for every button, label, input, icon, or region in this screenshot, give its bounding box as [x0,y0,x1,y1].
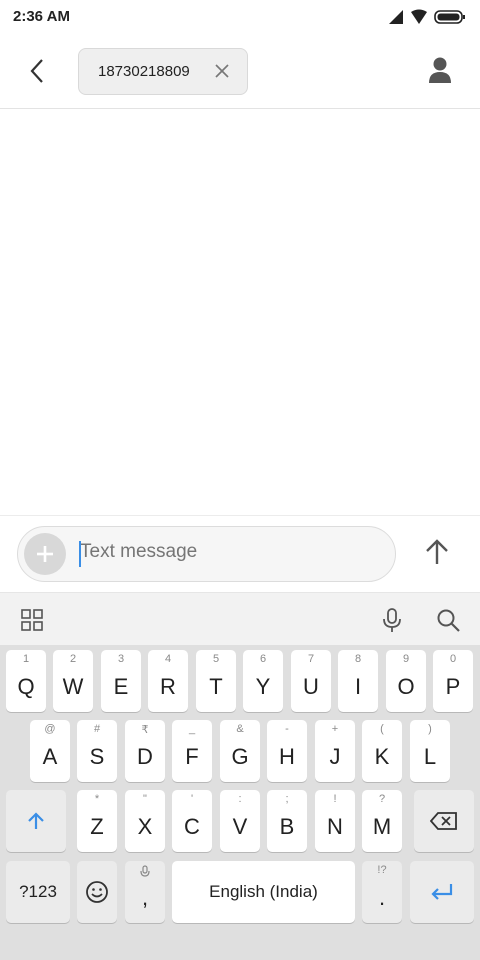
symbols-key[interactable]: ?123 [6,861,70,923]
status-bar: 2:36 AM [0,0,480,34]
key-p[interactable]: 0P [433,650,473,712]
message-list[interactable] [0,109,480,515]
microphone-icon[interactable] [379,607,405,633]
composer-bar [0,515,480,592]
key-n[interactable]: ! N [315,790,355,852]
key-j[interactable]: + J [315,720,355,782]
back-arrow-icon [30,59,43,83]
key-m[interactable]: ? M [362,790,402,852]
key-v[interactable]: :V [220,790,260,852]
send-arrow-icon[interactable] [420,536,454,570]
key-c[interactable]: ' C [172,790,212,852]
conversation-header: 18730218809 [0,34,480,109]
enter-icon [431,884,453,900]
key-s[interactable]: # S [77,720,117,782]
signal-icon [389,10,403,24]
battery-icon [434,10,465,24]
key-q[interactable]: 1Q [6,650,46,712]
apps-grid-icon[interactable] [19,607,45,633]
key-e[interactable]: 3E [101,650,141,712]
key-r[interactable]: 4R [148,650,188,712]
key-d[interactable]: ₹ D [125,720,165,782]
message-input-container[interactable] [17,526,396,582]
comma-key[interactable]: , [125,861,165,923]
keyboard-toolbar [0,592,480,646]
enter-key[interactable] [410,861,474,923]
message-input[interactable] [80,541,370,563]
period-key[interactable]: !?. [362,861,402,923]
key-z[interactable]: * Z [77,790,117,852]
contact-icon[interactable] [428,56,452,84]
search-icon[interactable] [435,607,461,633]
emoji-key[interactable] [77,861,117,923]
key-t[interactable]: 5T [196,650,236,712]
close-icon[interactable] [213,62,231,80]
space-key[interactable]: English (India) [172,861,355,923]
keyboard: 1Q 2W 3E 4R 5T 6Y 7U 8I 9O 0P @ A # S ₹ D _… [0,645,480,960]
key-k[interactable]: (K [362,720,402,782]
text-caret [79,541,81,567]
key-a[interactable]: @ A [30,720,70,782]
key-u[interactable]: 7U [291,650,331,712]
microphone-hint-icon [140,865,150,877]
key-o[interactable]: 9O [386,650,426,712]
key-f[interactable]: _ F [172,720,212,782]
status-time: 2:36 AM [13,8,70,25]
key-w[interactable]: 2W [53,650,93,712]
shift-key[interactable] [6,790,66,852]
key-b[interactable]: ; B [267,790,307,852]
recipient-chip[interactable]: 18730218809 [78,48,248,95]
key-x[interactable]: " X [125,790,165,852]
recipient-number: 18730218809 [98,63,190,80]
key-i[interactable]: 8I [338,650,378,712]
back-button[interactable] [20,54,54,88]
attach-button[interactable] [24,533,66,575]
key-l[interactable]: ) L [410,720,450,782]
plus-icon [37,546,53,562]
backspace-icon [430,812,457,830]
key-y[interactable]: 6Y [243,650,283,712]
wifi-icon [411,9,427,24]
backspace-key[interactable] [414,790,474,852]
key-h[interactable]: -H [267,720,307,782]
shift-icon [28,812,44,829]
key-g[interactable]: & G [220,720,260,782]
status-icons [388,9,466,25]
emoji-icon [86,881,108,903]
